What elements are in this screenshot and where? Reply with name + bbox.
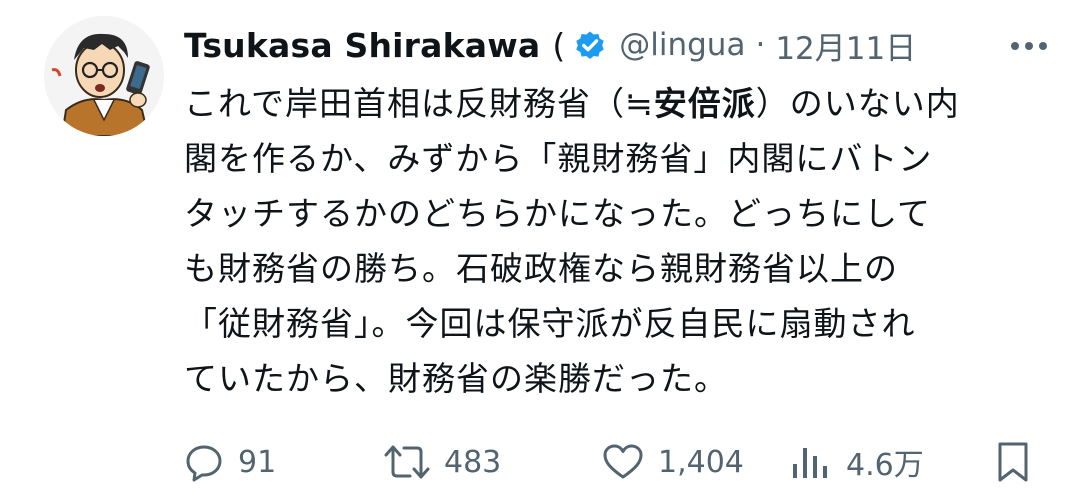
tweet-header: Tsukasa Shirakawa ( @lingua · 12月11日: [184, 22, 1055, 68]
hashtag-bold-text: 安倍派: [653, 84, 756, 123]
avatar-illustration: [44, 16, 164, 136]
views-button[interactable]: 4.6万: [790, 434, 924, 490]
tweet-text: ）のいない内: [755, 84, 960, 123]
tweet-body: これで岸田首相は反財務省（≒安倍派）のいない内 閣を作るか、みずから「親財務省」…: [184, 76, 1064, 406]
tweet-date[interactable]: 12月11日: [775, 23, 916, 68]
bookmark-icon: [998, 442, 1028, 482]
like-button[interactable]: 1,404: [602, 434, 744, 490]
like-count: 1,404: [658, 444, 744, 480]
tweet-line: 閣を作るか、みずから「親財務省」内閣にバトン: [184, 139, 933, 178]
tweet-line: ていたから、財務省の楽勝だった。: [184, 359, 728, 398]
tweet-line: 「従財務省」。今回は保守派が反自民に扇動され: [184, 304, 916, 343]
tweet-line: タッチするかのどちらかになった。どっちにして: [184, 194, 932, 233]
reply-button[interactable]: 91: [184, 434, 276, 490]
reply-count: 91: [238, 444, 277, 480]
tweet-line: これで岸田首相は反財務省（≒安倍派）のいない内: [184, 76, 1064, 131]
more-dots-icon[interactable]: [1007, 28, 1051, 64]
retweet-arrows-icon: [384, 445, 430, 479]
action-bar: 91 483 1,404 4.6万: [184, 434, 1044, 490]
author-name[interactable]: Tsukasa Shirakawa: [184, 26, 540, 65]
bar-chart-icon: [793, 448, 827, 478]
separator-dot: ·: [755, 27, 766, 63]
speech-bubble-icon: [186, 445, 222, 482]
author-handle[interactable]: @lingua: [619, 27, 745, 63]
bookmark-button[interactable]: [996, 434, 1030, 490]
avatar[interactable]: [44, 16, 164, 136]
author-name-suffix: (: [552, 25, 566, 65]
retweet-count: 483: [444, 444, 502, 480]
heart-icon: [603, 444, 643, 479]
tweet-line: も財務省の勝ち。石破政権なら親財務省以上の: [184, 249, 898, 288]
views-count: 4.6万: [846, 448, 924, 483]
tweet-text: これで岸田首相は反財務省（≒: [184, 84, 654, 123]
retweet-button[interactable]: 483: [384, 434, 501, 490]
verified-badge-icon[interactable]: [573, 28, 607, 62]
